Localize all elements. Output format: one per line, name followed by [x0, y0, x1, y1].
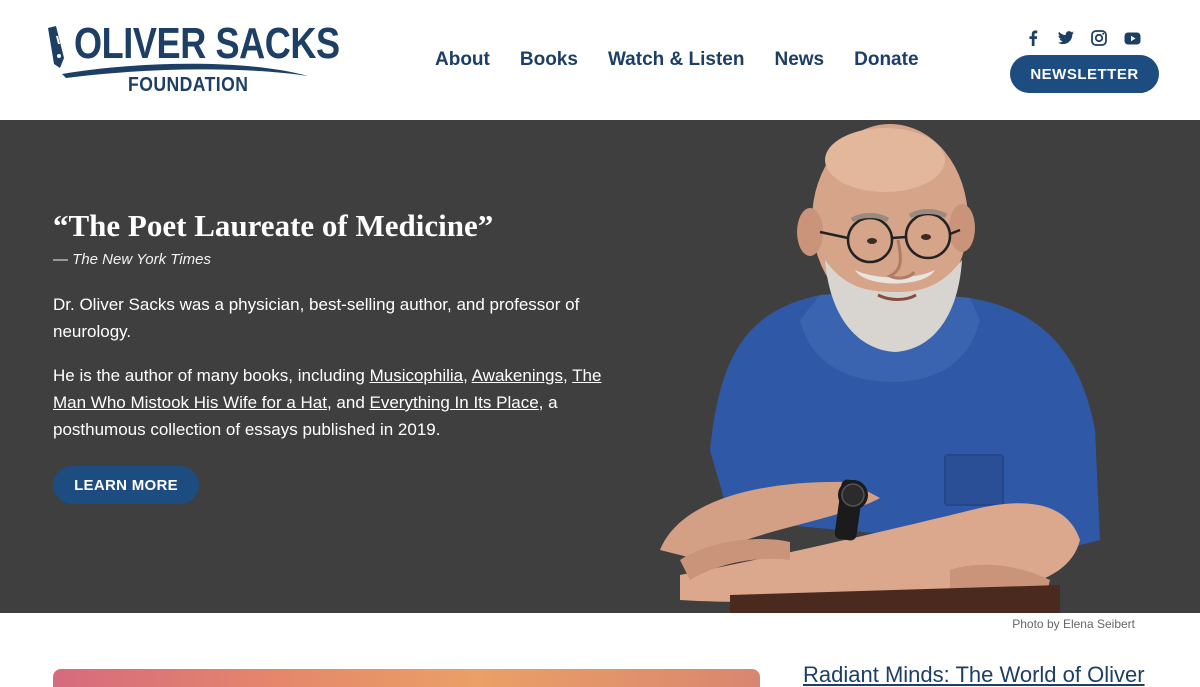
feature-title-link[interactable]: Radiant Minds: The World of Oliver [803, 662, 1145, 687]
books-separator: , [563, 366, 573, 385]
quote-source: — The New York Times [53, 251, 211, 268]
nav-donate[interactable]: Donate [854, 47, 918, 73]
book-link-everything-in-its-place[interactable]: Everything In Its Place [370, 393, 539, 412]
nav-about[interactable]: About [435, 47, 490, 73]
book-link-awakenings[interactable]: Awakenings [472, 366, 563, 385]
feature-image[interactable] [53, 669, 760, 687]
books-paragraph-intro: He is the author of many books, includin… [53, 366, 370, 385]
youtube-icon[interactable] [1121, 29, 1143, 47]
intro-paragraph: Dr. Oliver Sacks was a physician, best-s… [53, 295, 580, 341]
social-links [1022, 29, 1154, 47]
books-separator: , and [326, 393, 370, 412]
hero-quote: “The Poet Laureate of Medicine” [53, 208, 494, 243]
books-separator: , [463, 366, 472, 385]
logo-subtitle: FOUNDATION [128, 74, 249, 96]
photo-credit: Photo by Elena Seibert [1012, 617, 1135, 631]
oliver-sacks-portrait [660, 124, 1100, 613]
nav-watch-listen[interactable]: Watch & Listen [608, 47, 745, 73]
instagram-icon[interactable] [1088, 29, 1110, 47]
newsletter-button[interactable]: NEWSLETTER [1010, 55, 1159, 93]
main-nav: About Books Watch & Listen News Donate [435, 47, 949, 73]
site-header: OLIVER SACKS FOUNDATION About Books Watc… [0, 0, 1200, 120]
hero-section: “The Poet Laureate of Medicine” — The Ne… [0, 120, 1200, 613]
learn-more-button[interactable]: LEARN MORE [53, 466, 199, 504]
books-paragraph: He is the author of many books, includin… [53, 362, 613, 443]
nav-books[interactable]: Books [520, 47, 578, 73]
book-link-musicophilia[interactable]: Musicophilia [370, 366, 464, 385]
nav-news[interactable]: News [774, 47, 824, 73]
logo-wordmark: OLIVER SACKS [74, 19, 340, 68]
twitter-icon[interactable] [1055, 29, 1077, 47]
facebook-icon[interactable] [1022, 29, 1044, 47]
foundation-logo[interactable]: OLIVER SACKS FOUNDATION [42, 18, 340, 100]
